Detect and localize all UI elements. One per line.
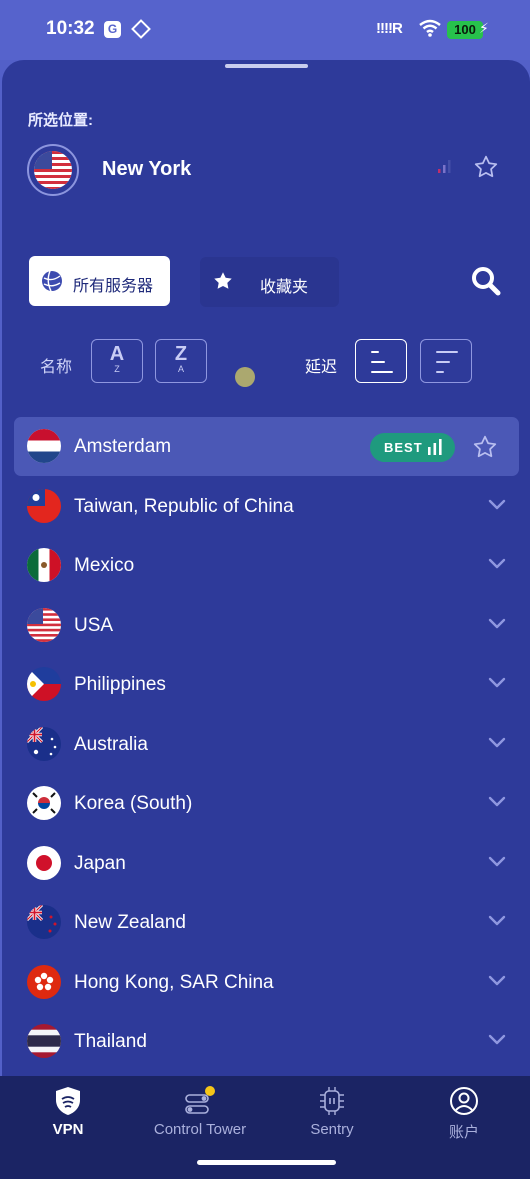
diamond-app-icon xyxy=(131,19,151,39)
chevron-down-icon[interactable] xyxy=(488,855,506,873)
chevron-down-icon[interactable] xyxy=(488,795,506,813)
thailand-flag-icon xyxy=(27,1024,61,1058)
server-name: Philippines xyxy=(74,674,166,695)
server-row-korea[interactable]: Korea (South) xyxy=(14,774,519,833)
sort-latency-label: 延迟 xyxy=(305,359,338,376)
australia-flag-icon xyxy=(27,726,61,761)
korea-flag-icon xyxy=(27,786,61,820)
server-row-mexico[interactable]: Mexico xyxy=(14,536,519,595)
chip-icon xyxy=(320,1087,344,1115)
server-name: Thailand xyxy=(74,1031,147,1052)
signal-icon: !!!!R xyxy=(376,20,403,37)
vpn-shield-icon xyxy=(56,1087,80,1115)
selected-location-label: 所选位置: xyxy=(28,112,93,129)
nav-vpn-label: VPN xyxy=(52,1121,84,1138)
sort-a-z-big: A xyxy=(109,343,125,365)
chevron-down-icon[interactable] xyxy=(488,617,506,635)
star-filled-icon xyxy=(214,272,232,289)
server-row-netherlands[interactable]: Amsterdam BEST xyxy=(14,417,519,476)
server-row-hong-kong[interactable]: Hong Kong, SAR China xyxy=(14,953,519,1012)
chevron-down-icon[interactable] xyxy=(488,974,506,992)
netherlands-flag-icon xyxy=(27,429,61,463)
us-flag-icon xyxy=(27,144,79,196)
server-row-usa[interactable]: USA xyxy=(14,596,519,655)
star-outline-icon[interactable] xyxy=(473,154,499,180)
touch-indicator xyxy=(235,367,255,387)
sheet-grabber[interactable] xyxy=(225,64,308,68)
wifi-icon xyxy=(419,19,441,37)
chevron-down-icon[interactable] xyxy=(488,676,506,694)
server-name: USA xyxy=(74,614,114,636)
battery-icon: 100 xyxy=(447,21,483,39)
chevron-down-icon[interactable] xyxy=(488,1033,506,1051)
chevron-down-icon[interactable] xyxy=(488,557,506,575)
hong-kong-flag-icon xyxy=(27,964,61,999)
usa-flag-icon xyxy=(27,607,61,642)
server-name: Mexico xyxy=(74,555,135,576)
tab-all-servers-label: 所有服务器 xyxy=(73,278,154,295)
charging-bolt-icon: ⚡ xyxy=(479,20,489,36)
star-outline-icon[interactable] xyxy=(472,434,498,465)
selected-city: New York xyxy=(102,158,192,180)
server-name: Australia xyxy=(74,733,148,755)
nav-account-label: 账户 xyxy=(448,1124,479,1141)
japan-flag-icon xyxy=(27,845,61,880)
server-name: New Zealand xyxy=(74,912,186,933)
globe-icon xyxy=(42,270,62,292)
signal-bars-icon xyxy=(427,439,443,461)
status-bar: 10:32 G !!!!R 100 ⚡ xyxy=(0,0,530,60)
chevron-down-icon[interactable] xyxy=(488,736,506,754)
best-badge-label: BEST xyxy=(384,440,423,455)
server-row-japan[interactable]: Japan xyxy=(14,834,519,893)
taiwan-flag-icon xyxy=(27,488,61,523)
sort-a-z-small: Z xyxy=(114,364,120,374)
sort-descending-icon xyxy=(436,351,458,373)
tab-favorites-label: 收藏夹 xyxy=(260,279,309,296)
nav-sentry[interactable]: Sentry xyxy=(266,1076,398,1156)
nav-account[interactable]: 账户 xyxy=(398,1076,530,1156)
toggles-icon xyxy=(185,1086,215,1114)
server-name: Hong Kong, SAR China xyxy=(74,971,274,993)
nav-sentry-label: Sentry xyxy=(310,1121,354,1138)
g-app-icon: G xyxy=(104,21,121,38)
server-name: Amsterdam xyxy=(74,436,172,457)
sort-a-z-button[interactable]: A Z xyxy=(91,339,143,383)
sort-ascending-icon xyxy=(371,351,393,373)
server-row-taiwan[interactable]: Taiwan, Republic of China xyxy=(14,477,519,536)
sort-latency-ascending-button[interactable] xyxy=(355,339,407,383)
notification-dot xyxy=(205,1086,215,1096)
mexico-flag-icon xyxy=(27,548,61,582)
server-row-philippines[interactable]: Philippines xyxy=(14,655,519,714)
sort-z-a-small: A xyxy=(177,364,184,374)
nav-control-tower[interactable]: Control Tower xyxy=(134,1076,266,1156)
server-row-australia[interactable]: Australia xyxy=(14,715,519,774)
search-icon[interactable] xyxy=(470,265,502,297)
account-icon xyxy=(450,1087,478,1115)
sort-latency-descending-button[interactable] xyxy=(420,339,472,383)
server-row-new-zealand[interactable]: New Zealand xyxy=(14,893,519,952)
status-time: 10:32 xyxy=(46,18,95,39)
tab-favorites[interactable]: 收藏夹 xyxy=(200,257,339,307)
nav-vpn[interactable]: VPN xyxy=(2,1076,134,1156)
chevron-down-icon[interactable] xyxy=(488,498,506,516)
server-name: Japan xyxy=(74,852,126,874)
tab-all-servers[interactable]: 所有服务器 xyxy=(29,256,170,306)
sort-name-label: 名称 xyxy=(40,359,73,376)
best-badge: BEST xyxy=(370,433,455,462)
server-name: Taiwan, Republic of China xyxy=(74,495,294,517)
signal-bars-icon xyxy=(438,160,451,173)
home-indicator[interactable] xyxy=(197,1160,336,1165)
sort-z-a-big: Z xyxy=(174,343,188,365)
sort-z-a-button[interactable]: Z A xyxy=(155,339,207,383)
new-zealand-flag-icon xyxy=(27,905,61,939)
server-name: Korea (South) xyxy=(74,793,193,814)
philippines-flag-icon xyxy=(27,667,61,701)
server-row-thailand[interactable]: Thailand xyxy=(14,1012,519,1071)
chevron-down-icon[interactable] xyxy=(488,914,506,932)
nav-control-tower-label: Control Tower xyxy=(153,1121,247,1138)
